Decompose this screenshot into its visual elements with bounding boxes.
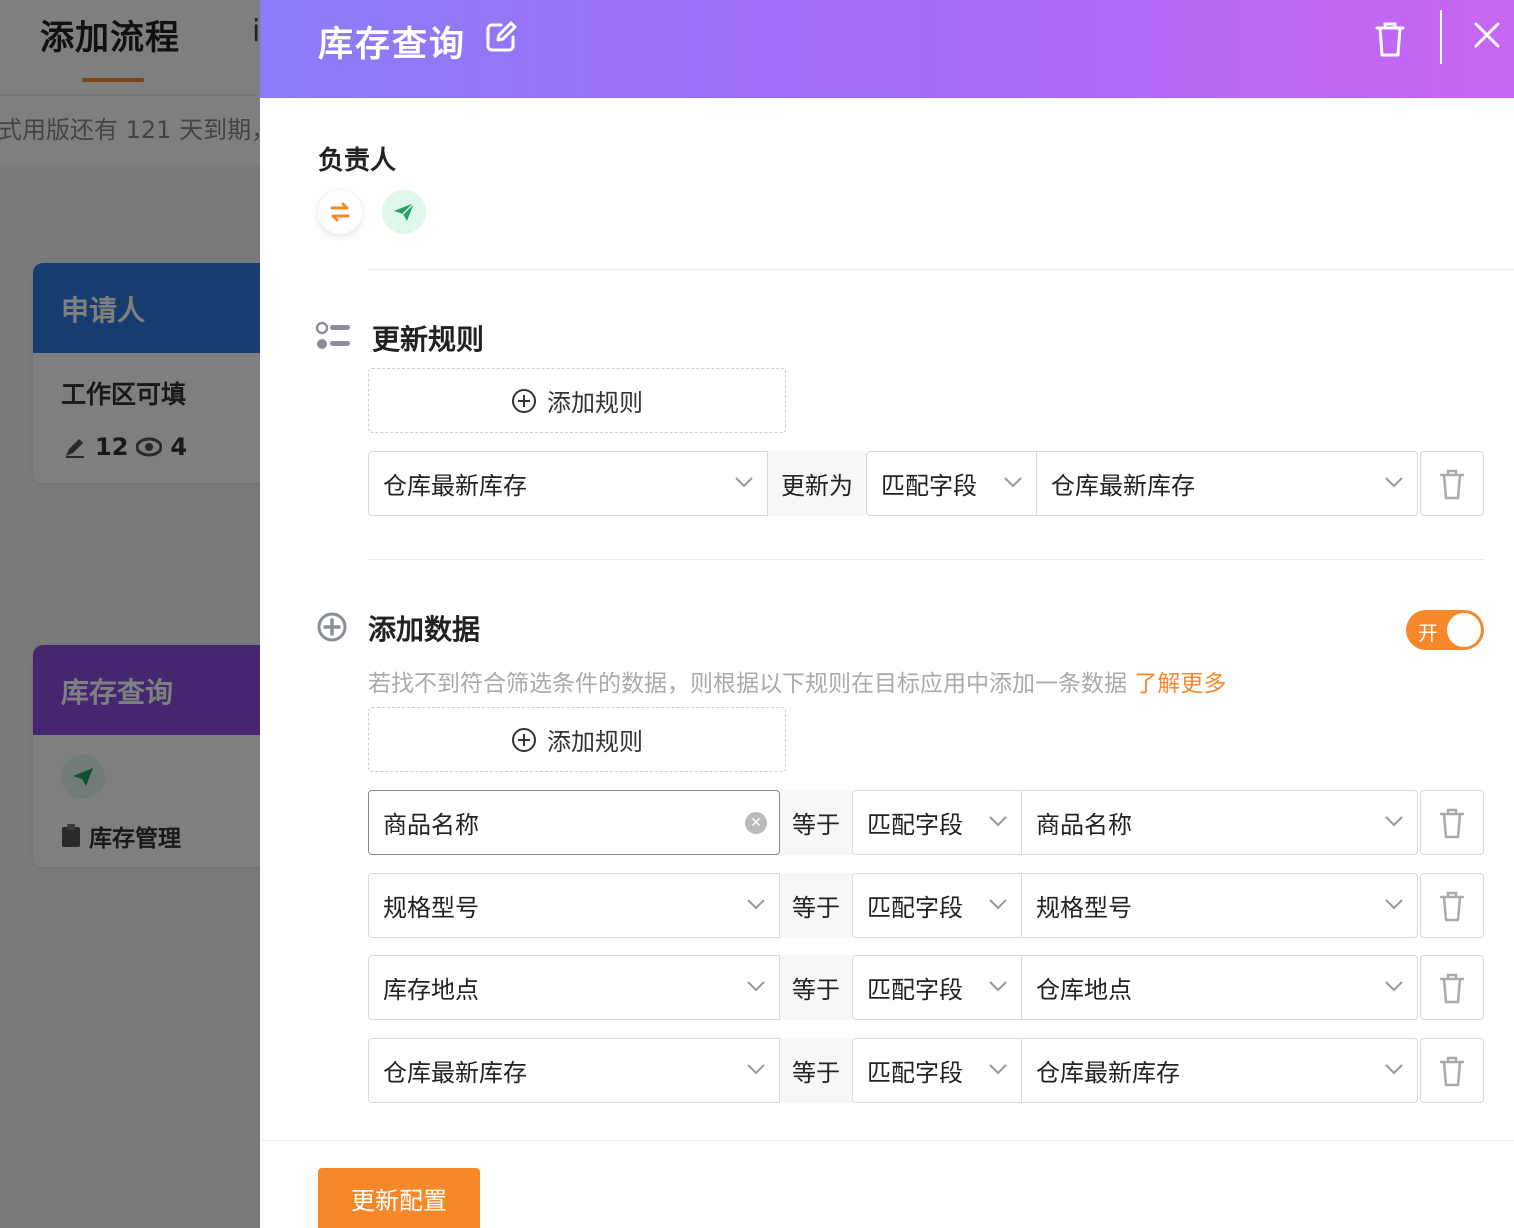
data-field-value: 规格型号 — [383, 894, 479, 922]
plus-circle-icon — [512, 388, 536, 413]
chevron-down-icon — [735, 477, 753, 488]
data-target-value: 商品名称 — [1036, 811, 1132, 839]
data-field-value: 仓库最新库存 — [383, 1059, 527, 1087]
update-config-button[interactable]: 更新配置 — [318, 1168, 480, 1228]
chevron-down-icon — [1385, 477, 1403, 488]
description-text: 若找不到符合筛选条件的数据，则根据以下规则在目标应用中添加一条数据 — [368, 671, 1127, 697]
toggle-knob — [1447, 613, 1481, 647]
chevron-down-icon — [1385, 899, 1403, 910]
header-divider — [1440, 10, 1442, 64]
update-field-select[interactable]: 仓库最新库存 — [368, 451, 768, 516]
data-op-label: 等于 — [780, 873, 852, 938]
add-data-description: 若找不到符合筛选条件的数据，则根据以下规则在目标应用中添加一条数据 了解更多 — [368, 664, 1226, 698]
trash-icon — [1439, 808, 1465, 838]
owner-label: 负责人 — [318, 146, 397, 176]
footer-divider — [260, 1140, 1514, 1141]
chevron-down-icon — [1385, 1064, 1403, 1075]
chevron-down-icon — [747, 899, 765, 910]
send-icon[interactable] — [382, 190, 426, 234]
trash-icon — [1439, 1056, 1465, 1086]
chevron-down-icon — [747, 1064, 765, 1075]
data-field-select[interactable]: 规格型号 — [368, 873, 780, 938]
drawer-header: 库存查询 — [260, 0, 1514, 98]
drawer-title: 库存查询 — [318, 25, 467, 65]
data-type-select[interactable]: 匹配字段 — [852, 873, 1022, 938]
data-target-select[interactable]: 商品名称 — [1021, 790, 1418, 855]
close-icon[interactable] — [1474, 22, 1500, 48]
data-target-value: 仓库最新库存 — [1036, 1059, 1180, 1087]
data-type-select[interactable]: 匹配字段 — [852, 1038, 1022, 1103]
chevron-down-icon — [989, 981, 1007, 992]
update-field-value: 仓库最新库存 — [383, 472, 527, 500]
data-field-select[interactable]: 仓库最新库存 — [368, 1038, 780, 1103]
delete-node-icon[interactable] — [1374, 20, 1406, 58]
data-op-label: 等于 — [780, 790, 852, 855]
plus-circle-icon — [512, 727, 536, 752]
data-field-value: 库存地点 — [383, 976, 479, 1004]
node-config-drawer: 库存查询 负责人 更新规则 添加规则 仓库最新库存 更新为 匹配字段 仓库最新库… — [260, 0, 1514, 1228]
delete-data-rule-button[interactable] — [1420, 873, 1484, 938]
data-field-value: 商品名称 — [383, 811, 479, 839]
trash-icon — [1439, 973, 1465, 1003]
trash-icon — [1439, 469, 1465, 499]
divider — [368, 559, 1484, 560]
delete-update-rule-button[interactable] — [1420, 451, 1484, 516]
update-target-value: 仓库最新库存 — [1051, 472, 1195, 500]
data-type-value: 匹配字段 — [867, 1059, 963, 1087]
add-data-title: 添加数据 — [368, 613, 481, 646]
chevron-down-icon — [989, 899, 1007, 910]
chevron-down-icon — [989, 816, 1007, 827]
delete-data-rule-button[interactable] — [1420, 955, 1484, 1020]
plus-circle-icon — [317, 612, 347, 642]
add-rule-label: 添加规则 — [547, 728, 643, 756]
delete-data-rule-button[interactable] — [1420, 1038, 1484, 1103]
add-update-rule-button[interactable]: 添加规则 — [368, 368, 786, 433]
data-type-select[interactable]: 匹配字段 — [852, 955, 1022, 1020]
chevron-down-icon — [1385, 816, 1403, 827]
chevron-down-icon — [989, 1064, 1007, 1075]
delete-data-rule-button[interactable] — [1420, 790, 1484, 855]
chevron-down-icon — [1385, 981, 1403, 992]
divider — [368, 269, 1514, 270]
add-data-rule-button[interactable]: 添加规则 — [368, 707, 786, 772]
add-data-toggle[interactable]: 开 — [1406, 610, 1484, 650]
switch-owner-icon[interactable] — [318, 190, 362, 234]
data-target-value: 规格型号 — [1036, 894, 1132, 922]
data-type-value: 匹配字段 — [867, 811, 963, 839]
chevron-down-icon — [747, 981, 765, 992]
update-type-value: 匹配字段 — [881, 472, 977, 500]
data-target-select[interactable]: 规格型号 — [1021, 873, 1418, 938]
update-target-select[interactable]: 仓库最新库存 — [1036, 451, 1418, 516]
chevron-down-icon — [1004, 477, 1022, 488]
data-type-value: 匹配字段 — [867, 976, 963, 1004]
edit-title-icon[interactable] — [484, 20, 518, 54]
data-target-value: 仓库地点 — [1036, 976, 1132, 1004]
learn-more-link[interactable]: 了解更多 — [1134, 671, 1226, 697]
trash-icon — [1439, 891, 1465, 921]
update-type-select[interactable]: 匹配字段 — [866, 451, 1037, 516]
toggle-label: 开 — [1418, 621, 1438, 645]
data-field-select[interactable]: 商品名称 ✕ — [368, 790, 780, 855]
clear-icon[interactable]: ✕ — [745, 812, 767, 834]
add-rule-label: 添加规则 — [547, 389, 643, 417]
data-op-label: 等于 — [780, 955, 852, 1020]
data-target-select[interactable]: 仓库地点 — [1021, 955, 1418, 1020]
data-target-select[interactable]: 仓库最新库存 — [1021, 1038, 1418, 1103]
update-rules-title: 更新规则 — [372, 323, 485, 356]
data-op-label: 等于 — [780, 1038, 852, 1103]
list-icon — [316, 321, 350, 349]
data-type-value: 匹配字段 — [867, 894, 963, 922]
data-type-select[interactable]: 匹配字段 — [852, 790, 1022, 855]
update-op-label: 更新为 — [768, 451, 866, 516]
data-field-select[interactable]: 库存地点 — [368, 955, 780, 1020]
